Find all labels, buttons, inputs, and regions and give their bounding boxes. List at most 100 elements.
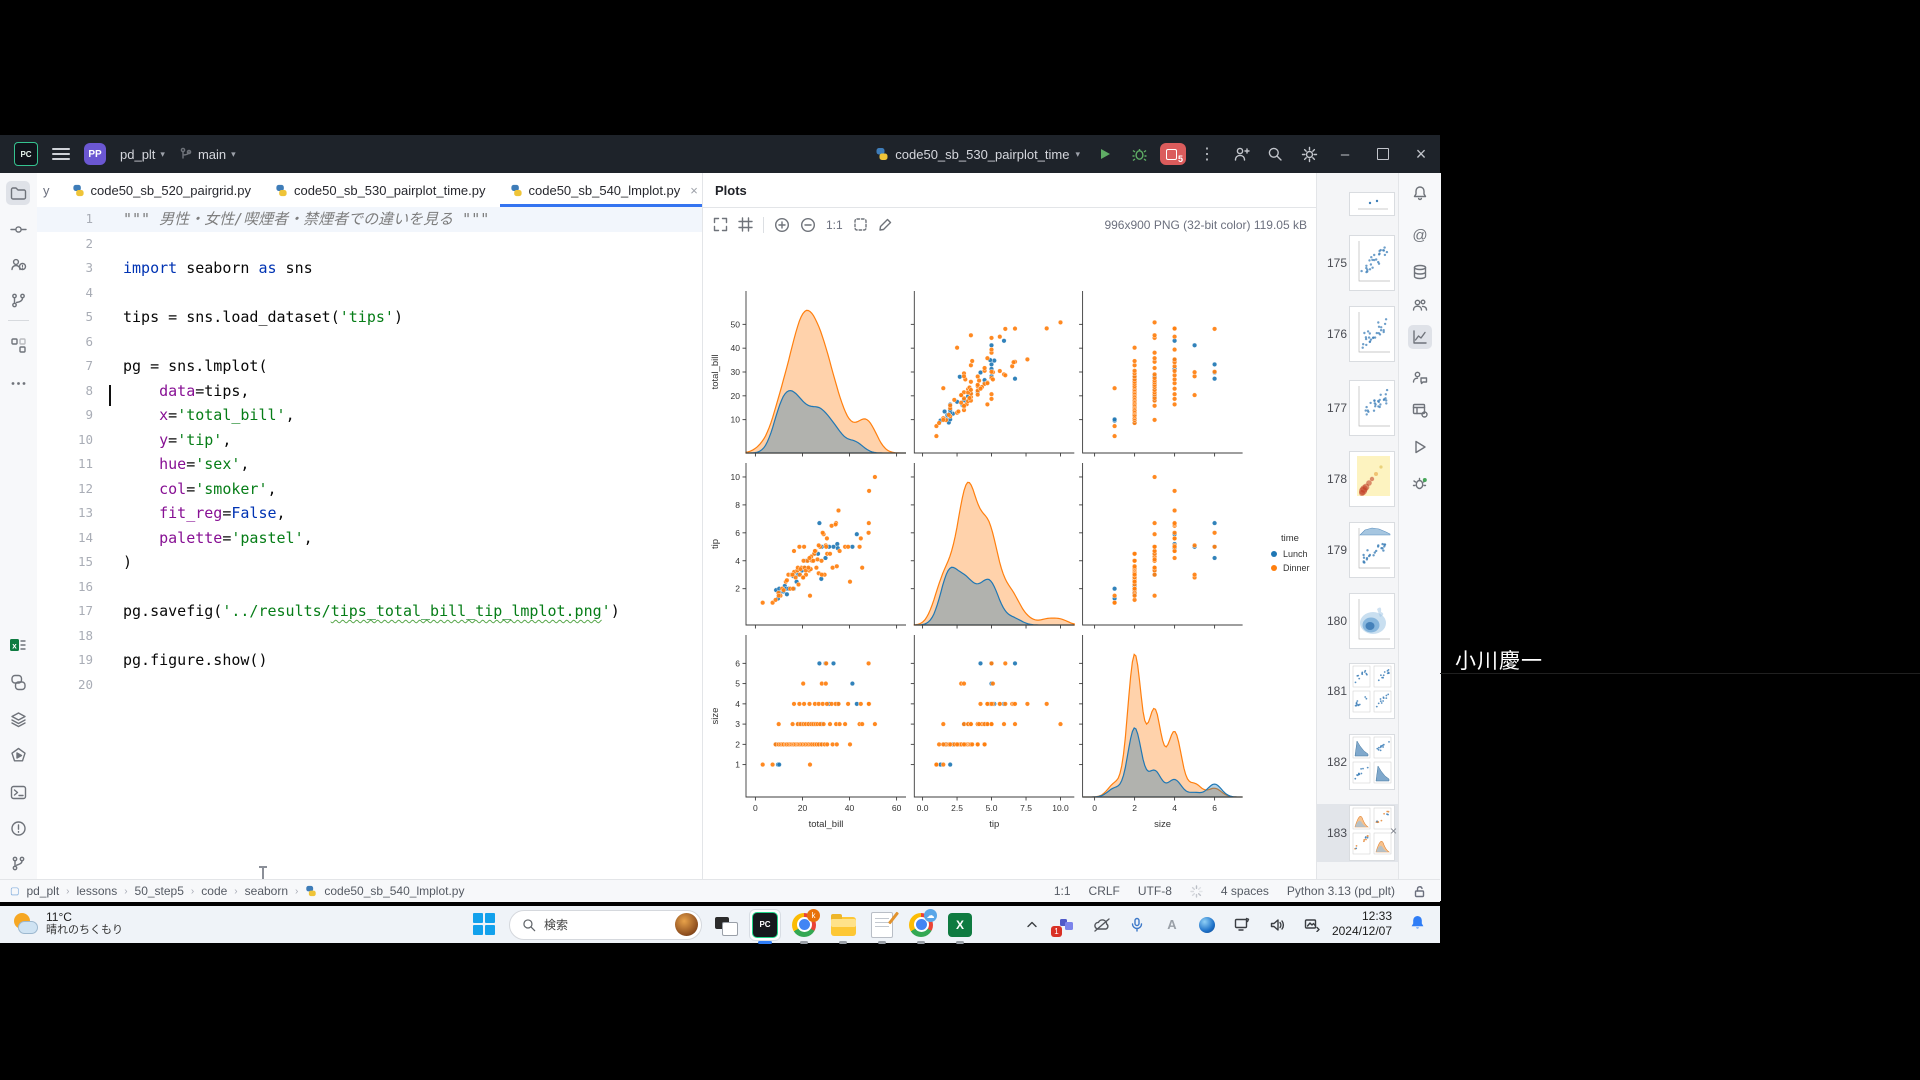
- taskbar-clock[interactable]: 12:33 2024/12/07: [1332, 909, 1392, 939]
- plot-thumbnail-177[interactable]: 177: [1317, 379, 1399, 437]
- structure-icon[interactable]: [6, 333, 30, 357]
- tray-volume-icon[interactable]: [1267, 915, 1287, 935]
- code-line[interactable]: 18: [37, 624, 702, 649]
- thumbnail-image[interactable]: [1350, 236, 1394, 290]
- breadcrumb-item[interactable]: pd_plt: [26, 884, 59, 898]
- thumbnail-image[interactable]: [1350, 594, 1394, 648]
- code-line[interactable]: 17pg.savefig('../results/tips_total_bill…: [37, 599, 702, 624]
- code-line[interactable]: 11 hue='sex',: [37, 452, 702, 477]
- actual-size-button[interactable]: 1:1: [826, 218, 843, 232]
- project-badge[interactable]: PP: [84, 143, 106, 165]
- code-editor[interactable]: 1""" 男性・女性/喫煙者・禁煙者での違いを見る """23import se…: [37, 207, 702, 901]
- fit-zoom-icon[interactable]: [713, 217, 728, 232]
- taskbar-pycharm-icon[interactable]: PC: [750, 910, 780, 940]
- code-line[interactable]: 19pg.figure.show(): [37, 648, 702, 673]
- contributors-icon[interactable]: [1408, 293, 1432, 317]
- search-everywhere-icon[interactable]: [1258, 135, 1292, 173]
- run-button[interactable]: [1088, 135, 1122, 173]
- unlocked-icon[interactable]: [1413, 885, 1426, 898]
- tab-overflow[interactable]: y: [37, 183, 60, 198]
- code-line[interactable]: 5tips = sns.load_dataset('tips'): [37, 305, 702, 330]
- more-actions-icon[interactable]: ⋮: [1190, 135, 1224, 173]
- tray-photos-sync-icon[interactable]: [1302, 915, 1322, 935]
- breadcrumb-item[interactable]: code50_sb_540_lmplot.py: [324, 884, 464, 898]
- start-button[interactable]: [470, 910, 500, 940]
- code-line[interactable]: 4: [37, 281, 702, 306]
- code-line[interactable]: 3import seaborn as sns: [37, 256, 702, 281]
- code-line[interactable]: 2: [37, 232, 702, 257]
- tray-chevron-up-icon[interactable]: [1022, 915, 1042, 935]
- minimize-button[interactable]: –: [1326, 135, 1364, 173]
- excel-viewer-icon[interactable]: x: [6, 633, 30, 657]
- pairplot-image[interactable]: 1020304050total_bill246810tip12345602040…: [703, 241, 1317, 902]
- notifications-bell-icon[interactable]: [1408, 181, 1432, 205]
- thumbnail-image[interactable]: [1350, 193, 1394, 215]
- plot-thumbnail-182[interactable]: 182: [1317, 733, 1399, 791]
- breadcrumb-item[interactable]: code: [201, 884, 227, 898]
- thumbnail-image[interactable]: [1350, 452, 1394, 506]
- tray-teams-icon[interactable]: 1: [1057, 915, 1077, 935]
- plot-thumbnail-175[interactable]: 175: [1317, 234, 1399, 292]
- close-button[interactable]: ×: [1402, 135, 1440, 173]
- tab-pairplot-time[interactable]: code50_sb_530_pairplot_time.py: [263, 173, 498, 207]
- project-folder-icon[interactable]: [6, 181, 30, 205]
- thumbnail-image[interactable]: [1350, 735, 1394, 789]
- code-line[interactable]: 10 y='tip',: [37, 428, 702, 453]
- caret-position[interactable]: 1:1: [1054, 884, 1071, 898]
- code-line[interactable]: 14 palette='pastel',: [37, 526, 702, 551]
- code-line[interactable]: 13 fit_reg=False,: [37, 501, 702, 526]
- python-packages-icon[interactable]: [6, 670, 30, 694]
- plot-thumbnail-176[interactable]: 176: [1317, 305, 1399, 363]
- ai-assistant-icon[interactable]: @: [1408, 223, 1432, 247]
- tray-onedrive-paused-icon[interactable]: [1092, 915, 1112, 935]
- notification-center-icon[interactable]: [1409, 914, 1426, 931]
- code-review-icon[interactable]: [1408, 365, 1432, 389]
- code-line[interactable]: 9 x='total_bill',: [37, 403, 702, 428]
- thumbnail-image[interactable]: [1350, 664, 1394, 718]
- plots-tool-icon[interactable]: [1408, 325, 1432, 349]
- settings-gear-icon[interactable]: [1292, 135, 1326, 173]
- code-line[interactable]: 12 col='smoker',: [37, 477, 702, 502]
- weather-widget[interactable]: 11°C 晴れのちくもり: [12, 910, 123, 937]
- database-icon[interactable]: [1408, 260, 1432, 284]
- task-view-button[interactable]: [711, 910, 741, 940]
- tray-display-pen-icon[interactable]: [1232, 915, 1252, 935]
- breadcrumb-item[interactable]: seaborn: [245, 884, 288, 898]
- code-line[interactable]: 15): [37, 550, 702, 575]
- version-control-icon[interactable]: [6, 851, 30, 875]
- run-panel-icon[interactable]: [1408, 435, 1432, 459]
- more-tool-windows-icon[interactable]: [6, 371, 30, 395]
- project-selector[interactable]: pd_plt ▾: [120, 147, 165, 162]
- problems-icon[interactable]: [6, 816, 30, 840]
- plot-thumbnail-180[interactable]: 180: [1317, 592, 1399, 650]
- tray-microphone-icon[interactable]: [1127, 915, 1147, 935]
- taskbar-notepad-icon[interactable]: [867, 910, 897, 940]
- code-line[interactable]: 16: [37, 575, 702, 600]
- debug-button[interactable]: [1122, 135, 1156, 173]
- plot-thumbnail-179[interactable]: 179: [1317, 521, 1399, 579]
- zoom-out-icon[interactable]: [800, 217, 816, 233]
- taskbar-explorer-icon[interactable]: [828, 910, 858, 940]
- plot-thumbnail-183[interactable]: 183×: [1317, 804, 1399, 862]
- tab-pairgrid[interactable]: code50_sb_520_pairgrid.py: [60, 173, 263, 207]
- data-tables-icon[interactable]: [1408, 398, 1432, 422]
- maximize-button[interactable]: [1364, 135, 1402, 173]
- search-daily-image[interactable]: [675, 913, 698, 936]
- services-layers-icon[interactable]: [6, 707, 30, 731]
- main-menu-icon[interactable]: [52, 148, 70, 160]
- plot-thumbnail-178[interactable]: 178: [1317, 450, 1399, 508]
- breadcrumb-item[interactable]: lessons: [77, 884, 118, 898]
- search-input[interactable]: 検索: [509, 910, 702, 940]
- thumbnail-image[interactable]: [1350, 381, 1394, 435]
- python-interpreter[interactable]: Python 3.13 (pd_plt): [1287, 884, 1395, 898]
- terminal-icon[interactable]: [6, 780, 30, 804]
- thumbnail-image[interactable]: [1350, 307, 1394, 361]
- selection-icon[interactable]: [853, 217, 868, 232]
- zoom-in-icon[interactable]: [774, 217, 790, 233]
- run-config-selector[interactable]: code50_sb_530_pairplot_time ▾: [875, 147, 1080, 162]
- taskbar-excel-icon[interactable]: X: [945, 910, 975, 940]
- taskbar-chrome-profile1-icon[interactable]: k: [789, 910, 819, 940]
- color-picker-icon[interactable]: [878, 217, 893, 232]
- code-line[interactable]: 8 data=tips,: [37, 379, 702, 404]
- run-tool-icon[interactable]: [6, 743, 30, 767]
